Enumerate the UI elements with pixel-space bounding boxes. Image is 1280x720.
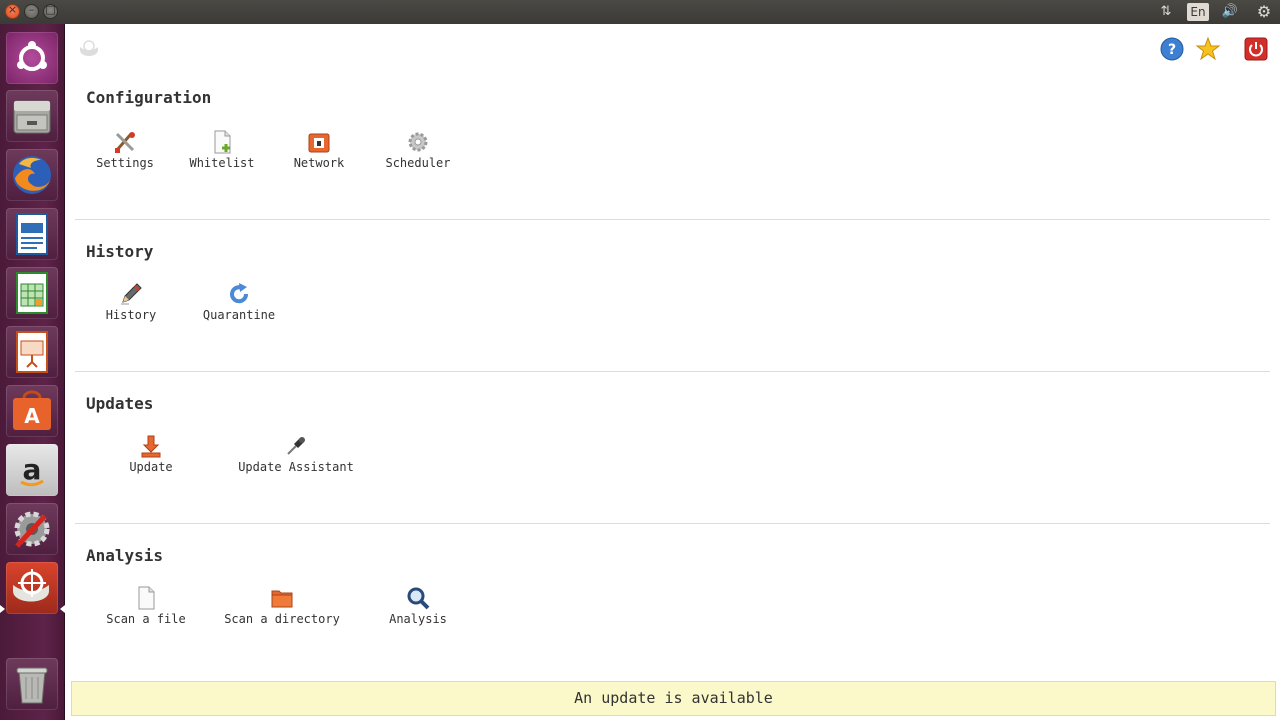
- settings-button[interactable]: Settings: [87, 130, 163, 170]
- help-button[interactable]: ?: [1159, 36, 1185, 62]
- analysis-label: Analysis: [389, 612, 447, 626]
- configuration-section: Configuration Settings Whitelist Network…: [75, 80, 1270, 220]
- network-indicator-icon[interactable]: ⇅: [1156, 2, 1176, 22]
- scan-file-button[interactable]: Scan a file: [103, 586, 189, 626]
- amazon-icon: a: [20, 453, 44, 487]
- whitelist-button[interactable]: Whitelist: [185, 130, 259, 170]
- quit-button[interactable]: [1243, 36, 1269, 62]
- history-section: History History Quarantine: [75, 220, 1270, 372]
- impress-button[interactable]: [6, 326, 58, 378]
- analysis-button[interactable]: Analysis: [381, 586, 455, 626]
- quarantine-button[interactable]: Quarantine: [201, 282, 277, 322]
- scan-file-label: Scan a file: [106, 612, 186, 626]
- software-center-icon: A: [13, 390, 51, 430]
- antivirus-app-button[interactable]: [6, 562, 58, 614]
- section-title: Analysis: [86, 546, 164, 565]
- tools-icon: [115, 132, 135, 153]
- network-icon: [308, 133, 330, 153]
- favorite-button[interactable]: [1195, 36, 1221, 62]
- star-icon: [1195, 36, 1221, 61]
- writer-icon: [16, 213, 48, 255]
- svg-text:?: ?: [1168, 42, 1176, 58]
- close-icon: ×: [7, 3, 18, 16]
- file-manager-button[interactable]: [6, 90, 58, 142]
- history-button[interactable]: History: [95, 282, 167, 322]
- ubuntu-dash-icon: [17, 41, 47, 71]
- network-label: Network: [293, 156, 345, 170]
- amazon-button[interactable]: a: [6, 444, 58, 496]
- magnifier-icon: [407, 587, 430, 610]
- minimize-window-button[interactable]: –: [24, 3, 39, 19]
- update-notification-bar[interactable]: An update is available: [71, 681, 1276, 716]
- file-manager-icon: [13, 100, 51, 134]
- update-label: Update: [129, 460, 173, 474]
- pipette-icon: [287, 437, 305, 455]
- quarantine-label: Quarantine: [202, 308, 276, 322]
- network-button[interactable]: Network: [289, 130, 349, 170]
- analysis-section: Analysis Scan a file Scan a directory An…: [75, 524, 1270, 654]
- file-icon: [138, 586, 155, 610]
- power-icon: [1244, 37, 1268, 61]
- main-window: ? Configuration Settings Whitelist Netwo…: [65, 24, 1280, 720]
- trash-icon: [16, 667, 48, 704]
- sound-indicator-icon[interactable]: 🔊: [1218, 2, 1242, 22]
- folder-icon: [271, 590, 293, 608]
- software-center-button[interactable]: A: [6, 385, 58, 437]
- top-panel: × – □ ⇅ En 🔊 ⚙: [0, 0, 1280, 24]
- download-icon: [141, 435, 161, 458]
- svg-text:a: a: [23, 453, 42, 486]
- history-label: History: [105, 308, 157, 322]
- section-title: Updates: [86, 394, 154, 413]
- ubuntu-dash-button[interactable]: [6, 32, 58, 84]
- trash-button[interactable]: [6, 658, 58, 710]
- update-assistant-label: Update Assistant: [238, 460, 354, 474]
- firefox-button[interactable]: [6, 149, 58, 201]
- update-assistant-button[interactable]: Update Assistant: [235, 434, 357, 474]
- scan-directory-button[interactable]: Scan a directory: [221, 586, 343, 626]
- keyboard-layout-indicator[interactable]: En: [1187, 3, 1209, 21]
- update-button[interactable]: Update: [121, 434, 181, 474]
- update-notification-text: An update is available: [574, 689, 773, 707]
- system-menu-icon[interactable]: ⚙: [1252, 2, 1276, 22]
- active-app-indicator: [0, 605, 5, 613]
- minimize-icon: –: [28, 3, 35, 16]
- whitelist-icon: [214, 130, 231, 154]
- scheduler-label: Scheduler: [385, 156, 451, 170]
- calc-button[interactable]: [6, 267, 58, 319]
- scheduler-button[interactable]: Scheduler: [381, 130, 455, 170]
- launcher: A a: [0, 24, 65, 720]
- settings-label: Settings: [96, 156, 154, 170]
- maximize-icon: □: [45, 3, 56, 16]
- updates-section: Updates Update Update Assistant: [75, 372, 1270, 524]
- scheduler-gear-icon: [408, 132, 428, 152]
- section-title: Configuration: [86, 88, 212, 107]
- whitelist-label: Whitelist: [189, 156, 255, 170]
- firefox-icon: [13, 156, 51, 194]
- app-logo-icon: [80, 40, 98, 56]
- section-title: History: [86, 242, 154, 261]
- pencil-icon: [121, 283, 142, 305]
- impress-icon: [16, 331, 48, 373]
- writer-button[interactable]: [6, 208, 58, 260]
- help-icon: ?: [1160, 37, 1184, 61]
- refresh-icon: [230, 283, 249, 304]
- close-window-button[interactable]: ×: [5, 3, 20, 19]
- system-settings-button[interactable]: [6, 503, 58, 555]
- svg-text:A: A: [24, 404, 40, 428]
- maximize-window-button[interactable]: □: [43, 3, 58, 19]
- system-settings-icon: [14, 511, 50, 548]
- antivirus-app-icon: [13, 569, 49, 602]
- scan-directory-label: Scan a directory: [224, 612, 340, 626]
- calc-icon: [16, 272, 48, 314]
